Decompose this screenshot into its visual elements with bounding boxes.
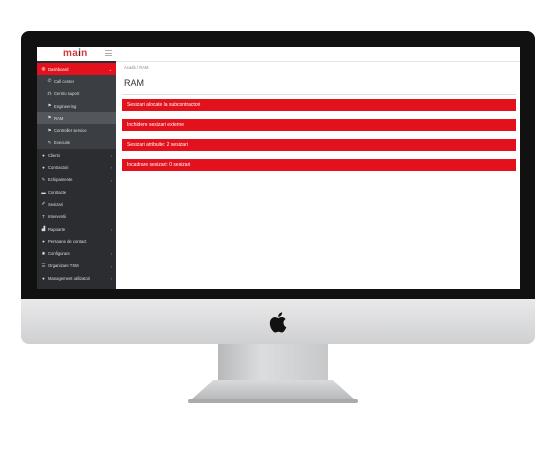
sidebar-item-persoane-de-contact[interactable]: ● Persoane de contact: [37, 235, 116, 247]
logo-bar: main: [37, 47, 116, 61]
sidebar-item-management-utilizatori[interactable]: ● Management utilizatori ‹: [37, 272, 116, 284]
sidebar-item-label: Persoane de contact: [48, 238, 87, 244]
sidebar-item-controller-service[interactable]: ⚑ Controller service: [37, 124, 116, 137]
apple-logo-icon: [269, 312, 287, 333]
sidebar-item-rapoarte[interactable]: ▟ Rapoarte ‹: [37, 223, 116, 235]
wrench-icon: ✎: [47, 139, 52, 145]
flag-icon: ⚑: [47, 103, 52, 109]
sidebar-item-clienti[interactable]: ● Clienti ‹: [37, 149, 116, 161]
sidebar-item-label: Controller service: [54, 128, 87, 134]
sidebar-item-ram[interactable]: ⚑ RAM: [37, 112, 116, 125]
gear-icon: ✺: [41, 250, 46, 256]
sidebar-nav: ◍ Dashboard ⌄ ✆ Call center ☊ Centru sup…: [37, 63, 116, 284]
chevron-left-icon: ‹: [110, 263, 112, 269]
sidebar-item-label: Rapoarte: [48, 226, 66, 232]
chevron-left-icon: ‹: [110, 165, 112, 171]
chevron-left-icon: ‹: [110, 226, 112, 232]
sidebar-item-label: Organizare TSM: [48, 263, 79, 269]
phone-icon: ✆: [47, 78, 52, 84]
sidebar-item-sesizari[interactable]: ✐ Sesizari: [37, 198, 116, 210]
imac-mockup: main ◍ Dashboard ⌄ ✆ Call center ☊ Centr…: [0, 0, 546, 457]
sidebar-item-label: Clienti: [48, 152, 60, 158]
folder-icon: ▬: [41, 189, 46, 195]
screen: main ◍ Dashboard ⌄ ✆ Call center ☊ Centr…: [37, 47, 520, 289]
monitor-stand-neck: [218, 344, 328, 384]
sidebar-item-engineering[interactable]: ⚑ Engineering: [37, 99, 116, 113]
sidebar-item-contractori[interactable]: ● Contractori ‹: [37, 161, 116, 173]
sidebar-item-interventii[interactable]: T Interventii: [37, 211, 116, 223]
panel-incadrare-sesizari[interactable]: Incadrare sesizari: 0 sesizari: [122, 159, 516, 171]
chevron-left-icon: ‹: [110, 276, 112, 282]
page-title: RAM: [124, 78, 144, 88]
user-icon: ●: [42, 165, 45, 171]
user-icon: ●: [42, 152, 45, 158]
panel-inchidere-sesizari[interactable]: Inchidere sesizari externe: [122, 119, 516, 131]
sidebar-item-label: Interventii: [48, 214, 67, 220]
sidebar-item-organizare-tsm[interactable]: ☰ Organizare TSM ‹: [37, 260, 116, 272]
sidebar-item-label: Echipamente: [48, 177, 73, 183]
chevron-left-icon: ‹: [110, 251, 112, 257]
sidebar-item-label: RAM: [54, 115, 64, 121]
monitor-stand-base: [190, 380, 356, 401]
users-icon: ●: [42, 275, 45, 281]
pencil-icon: ✐: [41, 201, 46, 207]
sidebar-item-configurare[interactable]: ✺ Configurare ‹: [37, 247, 116, 259]
sidebar-item-echipamente[interactable]: ✎ Echipamente ‹: [37, 174, 116, 186]
panel-sesizari-atribuite[interactable]: Sesizari atribuite: 2 sesizari: [122, 139, 516, 151]
sidebar-item-label: Sesizari: [48, 201, 63, 207]
chevron-left-icon: ‹: [110, 177, 112, 183]
main-content: Acasă / RAM RAM Sesizari alocate la subc…: [116, 47, 520, 289]
sidebar-item-label: Dashboard: [48, 66, 69, 72]
sidebar-item-executie[interactable]: ✎ Executie: [37, 136, 116, 150]
list-icon: ☰: [41, 262, 46, 268]
flag-icon: ⚑: [47, 115, 52, 121]
sidebar-item-label: Contractori: [48, 165, 69, 171]
sidebar-item-label: Centru suport: [54, 91, 80, 97]
sidebar-item-dashboard[interactable]: ◍ Dashboard ⌄: [37, 63, 116, 76]
sidebar-item-label: Engineering: [54, 103, 77, 109]
chart-icon: ▟: [41, 226, 46, 231]
sidebar: main ◍ Dashboard ⌄ ✆ Call center ☊ Centr…: [37, 47, 116, 289]
logo-letter: m: [63, 48, 73, 59]
sidebar-item-contracte[interactable]: ▬ Contracte: [37, 186, 116, 198]
sidebar-item-label: Management utilizatori: [48, 275, 91, 281]
flag-icon: ⚑: [47, 127, 52, 133]
gauge-icon: ◍: [41, 66, 46, 72]
sidebar-item-call-center[interactable]: ✆ Call center: [37, 75, 116, 88]
monitor-stand-shadow: [188, 399, 358, 403]
sidebar-item-label: Contracte: [48, 189, 67, 195]
panel-sesizari-alocate[interactable]: Sesizari alocate la subcontractori: [122, 99, 516, 111]
divider: [122, 94, 516, 95]
hammer-icon: T: [42, 214, 45, 220]
sidebar-item-label: Executie: [54, 140, 71, 146]
sidebar-item-label: Configurare: [48, 251, 70, 257]
users-icon: ●: [42, 238, 45, 244]
menu-toggle-icon[interactable]: [105, 50, 112, 56]
breadcrumb[interactable]: Acasă / RAM: [124, 65, 148, 70]
sidebar-item-centru-suport[interactable]: ☊ Centru suport: [37, 87, 116, 100]
top-bar: [116, 47, 520, 62]
chevron-down-icon: ⌄: [108, 67, 112, 72]
sidebar-item-label: Call center: [54, 78, 75, 84]
wrench-icon: ✎: [41, 176, 46, 182]
headset-icon: ☊: [47, 90, 52, 96]
app-logo[interactable]: main: [63, 48, 88, 59]
chevron-left-icon: ‹: [110, 153, 112, 159]
logo-letter: n: [81, 48, 88, 59]
